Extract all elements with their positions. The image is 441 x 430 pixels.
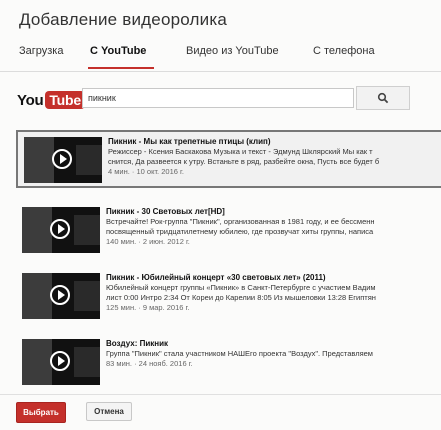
tabs-divider — [0, 71, 441, 72]
play-icon — [50, 351, 70, 371]
result-title: Пикник - 30 Световых лет[HD] — [106, 207, 225, 216]
result-meta: 140 мин. · 2 июн. 2012 г. — [106, 237, 190, 246]
result-meta: 4 мин. · 10 окт. 2016 г. — [108, 167, 184, 176]
result-title: Воздух: Пикник — [106, 339, 169, 348]
result-item[interactable]: Пикник - 30 Световых лет[HD] Встречайте!… — [16, 202, 441, 260]
youtube-logo: You Tube — [17, 90, 85, 110]
result-item[interactable]: Воздух: Пикник Группа "Пикник" стала уча… — [16, 334, 441, 392]
video-thumbnail — [22, 339, 100, 385]
result-description: Режиссер - Ксения Баскакова Музыка и тек… — [108, 147, 373, 156]
result-title: Пикник - Мы как трепетные птицы (клип) — [108, 137, 271, 146]
footer-divider — [0, 394, 441, 395]
select-button[interactable]: Выбрать — [16, 402, 66, 423]
video-thumbnail — [22, 273, 100, 319]
tab-video-from-youtube[interactable]: Видео из YouTube — [186, 45, 279, 57]
active-tab-indicator — [88, 67, 154, 69]
play-icon — [52, 149, 72, 169]
result-item[interactable]: Пикник - Мы как трепетные птицы (клип) Р… — [16, 130, 441, 188]
tab-bar: Загрузка С YouTube Видео из YouTube С те… — [0, 40, 441, 70]
video-thumbnail — [22, 207, 100, 253]
logo-you-text: You — [17, 91, 44, 109]
search-icon — [377, 92, 389, 104]
result-description: посвященный тридцатилетнему юбилею, где … — [106, 227, 374, 236]
result-description: Встречайте! Рок-группа "Пикник", организ… — [106, 217, 375, 226]
result-description: Группа "Пикник" стала участником НАШЕго … — [106, 349, 373, 358]
cancel-button[interactable]: Отмена — [86, 402, 132, 421]
search-input[interactable]: пикник — [82, 88, 354, 108]
result-title: Пикник - Юбилейный концерт «30 световых … — [106, 273, 326, 282]
tab-from-youtube[interactable]: С YouTube — [90, 45, 146, 57]
result-description: лист 0:00 Интро 2:34 От Кореи до Карелии… — [106, 293, 376, 302]
logo-tube-text: Tube — [45, 91, 85, 109]
dialog-title: Добавление видеоролика — [19, 10, 228, 29]
video-thumbnail — [24, 137, 102, 183]
result-description: снится, Да развеется к утру. Встаньте в … — [108, 157, 380, 166]
tab-upload[interactable]: Загрузка — [19, 45, 63, 57]
results-list: Пикник - Мы как трепетные птицы (клип) Р… — [16, 130, 441, 392]
play-icon — [50, 219, 70, 239]
tab-from-phone[interactable]: С телефона — [313, 45, 375, 57]
search-button[interactable] — [356, 86, 410, 110]
result-meta: 83 мин. · 24 нояб. 2016 г. — [106, 359, 193, 368]
result-item[interactable]: Пикник - Юбилейный концерт «30 световых … — [16, 268, 441, 326]
result-meta: 125 мин. · 9 мар. 2016 г. — [106, 303, 190, 312]
result-description: Юбилейный концерт группы «Пикник» в Санк… — [106, 283, 376, 292]
play-icon — [50, 285, 70, 305]
